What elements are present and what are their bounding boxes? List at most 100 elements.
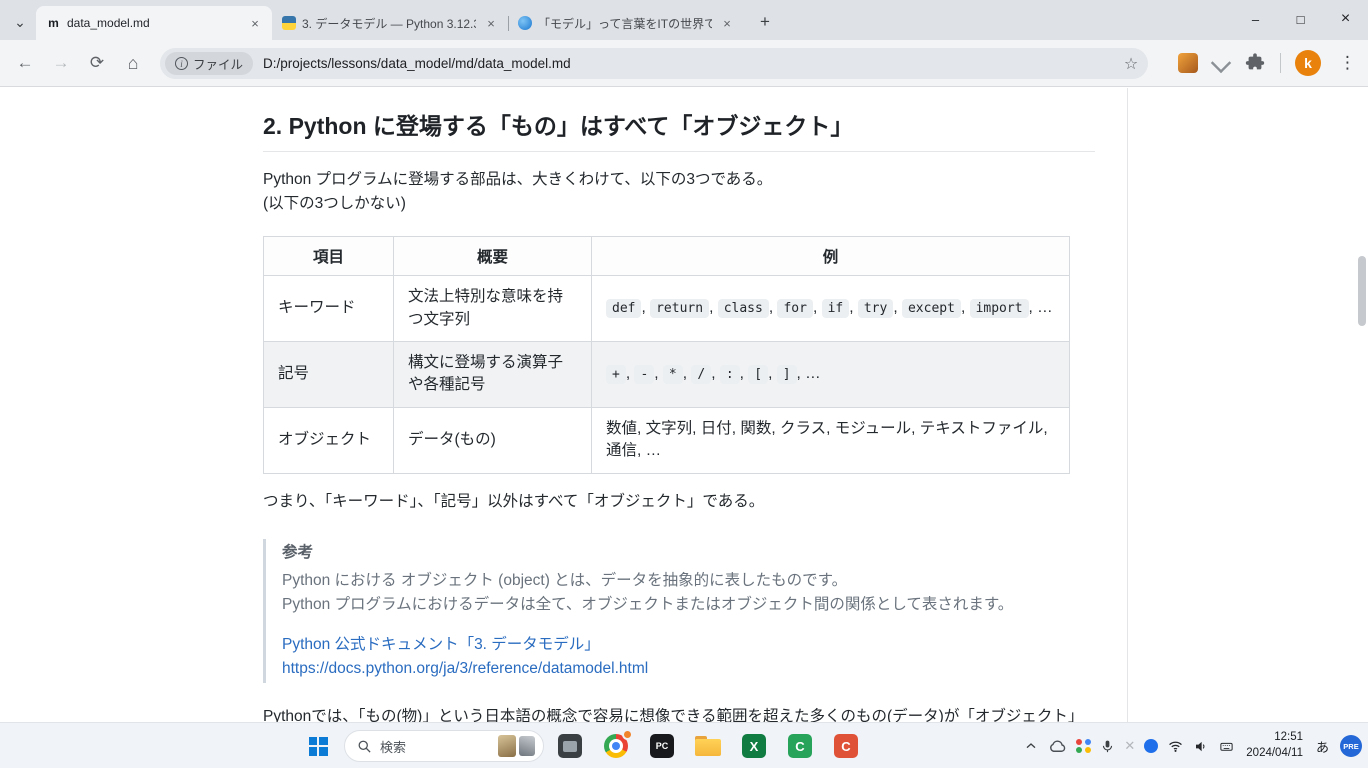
conclusion-paragraph: つまり、「キーワード」、「記号」以外はすべて「オブジェクト」である。 xyxy=(263,490,1095,514)
tab-search-button[interactable]: ⌄ xyxy=(8,10,32,34)
forward-icon: → xyxy=(53,53,70,73)
table-row-symbol: 記号 構文に登場する演算子や各種記号 +, -, *, /, :, [, ], … xyxy=(264,341,1070,407)
section-heading: 2. Python に登場する「もの」はすべて「オブジェクト」 xyxy=(263,107,1095,152)
forward-button[interactable]: → xyxy=(46,48,76,78)
new-tab-button[interactable]: + xyxy=(752,9,778,35)
plus-icon: + xyxy=(760,12,770,32)
tab-title: 3. データモデル — Python 3.12.3 ド xyxy=(302,15,476,32)
code-chip: if xyxy=(822,299,850,318)
python-docs-url-link[interactable]: https://docs.python.org/ja/3/reference/d… xyxy=(282,657,1095,681)
tab-data-model-md[interactable]: m data_model.md × xyxy=(36,6,272,40)
page-content: 2. Python に登場する「もの」はすべて「オブジェクト」 Python プ… xyxy=(0,88,1368,722)
address-bar[interactable]: i ファイル D:/projects/lessons/data_model/md… xyxy=(160,48,1148,79)
tray-grid-app[interactable] xyxy=(1076,739,1091,754)
browser-menu-button[interactable]: ⋮ xyxy=(1335,53,1360,73)
clock-time: 12:51 xyxy=(1246,730,1303,746)
blue-circle-icon xyxy=(1144,739,1158,753)
code-chip: [ xyxy=(748,365,768,384)
notification-badge xyxy=(622,729,633,740)
tab-model-article[interactable]: 「モデル」って言葉をITの世界でよく聞 × xyxy=(508,6,744,40)
close-icon[interactable]: × xyxy=(718,14,736,32)
taskbar-pycharm[interactable]: PC xyxy=(642,726,682,766)
code-chip: - xyxy=(634,365,654,384)
volume-tray[interactable] xyxy=(1193,739,1209,754)
bookmark-star-icon[interactable]: ☆ xyxy=(1118,51,1144,77)
scrollbar-track[interactable] xyxy=(1356,88,1368,722)
window-controls: – □ × xyxy=(1233,0,1368,38)
reference-line-2: Python プログラムにおけるデータは全て、オブジェクトまたはオブジェクト間の… xyxy=(282,593,1095,617)
windows-logo-icon xyxy=(309,737,328,756)
back-button[interactable]: ← xyxy=(10,48,40,78)
ime-indicator[interactable]: あ xyxy=(1314,737,1331,756)
cell-item: オブジェクト xyxy=(264,407,394,473)
python-docs-link[interactable]: Python 公式ドキュメント「3. データモデル」 xyxy=(282,633,1095,657)
extensions-puzzle-icon[interactable] xyxy=(1244,52,1266,74)
browser-window: ⌄ m data_model.md × 3. データモデル — Python 3… xyxy=(0,0,1368,768)
tray-overflow-button[interactable] xyxy=(1023,738,1039,754)
taskbar-chrome[interactable] xyxy=(596,726,636,766)
cloud-icon xyxy=(1048,737,1067,756)
touch-keyboard-tray[interactable] xyxy=(1218,739,1235,754)
intro-line-2: (以下の3つしかない) xyxy=(263,192,1095,216)
taskbar-clock[interactable]: 12:51 2024/04/11 xyxy=(1244,730,1305,761)
speaker-icon xyxy=(1193,739,1209,754)
code-chip: try xyxy=(858,299,893,318)
taskbar-file-explorer[interactable] xyxy=(688,726,728,766)
site-info-label: ファイル xyxy=(193,54,243,73)
green-c-app-icon: C xyxy=(788,734,812,758)
intro-line-1: Python プログラムに登場する部品は、大きくわけて、以下の3つである。 xyxy=(263,168,1095,192)
home-icon: ⌂ xyxy=(128,53,139,74)
maximize-button[interactable]: □ xyxy=(1278,0,1323,38)
pre-badge[interactable]: PRE xyxy=(1340,735,1362,757)
table-header-summary: 概要 xyxy=(394,237,592,276)
cell-example-text: 数値, 文字列, 日付, 関数, クラス, モジュール, テキストファイル, 通… xyxy=(592,407,1070,473)
taskbar-search-box[interactable]: 検索 xyxy=(344,730,544,762)
markdown-icon: m xyxy=(46,16,61,31)
code-chip: : xyxy=(720,365,740,384)
taskbar-app-dark[interactable] xyxy=(550,726,590,766)
taskbar-app-green-c[interactable]: C xyxy=(780,726,820,766)
tray-disconnected[interactable]: ✕ xyxy=(1124,738,1135,754)
extension-icon-orange[interactable] xyxy=(1178,53,1198,73)
table-header-item: 項目 xyxy=(264,237,394,276)
table-row-keyword: キーワード 文法上特別な意味を持つ文字列 def, return, class,… xyxy=(264,276,1070,342)
cell-example-codes: def, return, class, for, if, try, except… xyxy=(592,276,1070,342)
tab-python-docs[interactable]: 3. データモデル — Python 3.12.3 ド × xyxy=(272,6,508,40)
home-button[interactable]: ⌂ xyxy=(118,48,148,78)
folder-icon xyxy=(695,736,721,756)
chevron-down-icon: ⌄ xyxy=(14,14,26,31)
close-icon[interactable]: × xyxy=(246,14,264,32)
microphone-tray[interactable] xyxy=(1100,738,1115,755)
microphone-icon xyxy=(1100,738,1115,755)
onedrive-icon[interactable] xyxy=(1048,737,1067,756)
minimize-icon: – xyxy=(1252,12,1259,27)
taskbar-center: 検索 PC X C C xyxy=(298,723,866,768)
maximize-icon: □ xyxy=(1297,12,1305,27)
system-tray: ✕ 12:51 2024/04/11 あ PRE xyxy=(1023,723,1362,768)
taskbar-excel[interactable]: X xyxy=(734,726,774,766)
star-icon: ☆ xyxy=(1124,54,1138,74)
closing-paragraph: Pythonでは、「もの(物)」という日本語の概念で容易に想像できる範囲を超えた… xyxy=(263,705,1095,722)
code-chip: * xyxy=(663,365,683,384)
wifi-tray[interactable] xyxy=(1167,739,1184,754)
code-chip: for xyxy=(777,299,812,318)
tab-strip: ⌄ m data_model.md × 3. データモデル — Python 3… xyxy=(0,0,1368,40)
taskbar-app-red-c[interactable]: C xyxy=(826,726,866,766)
scrollbar-thumb[interactable] xyxy=(1358,256,1366,326)
site-info-chip[interactable]: i ファイル xyxy=(165,52,253,75)
tray-blue-app[interactable] xyxy=(1144,739,1158,753)
table-header-row: 項目 概要 例 xyxy=(264,237,1070,276)
minimize-button[interactable]: – xyxy=(1233,0,1278,38)
extension-icon-gray[interactable] xyxy=(1211,53,1231,73)
start-button[interactable] xyxy=(298,726,338,766)
cell-item: 記号 xyxy=(264,341,394,407)
code-chip: def xyxy=(606,299,641,318)
clock-date: 2024/04/11 xyxy=(1246,746,1303,762)
close-window-button[interactable]: × xyxy=(1323,0,1368,38)
wifi-icon xyxy=(1167,739,1184,754)
reference-title: 参考 xyxy=(282,541,1095,565)
close-icon[interactable]: × xyxy=(482,14,500,32)
table-row-object: オブジェクト データ(もの) 数値, 文字列, 日付, 関数, クラス, モジュ… xyxy=(264,407,1070,473)
reload-button[interactable]: ⟳ xyxy=(82,48,112,78)
profile-avatar[interactable]: k xyxy=(1295,50,1321,76)
